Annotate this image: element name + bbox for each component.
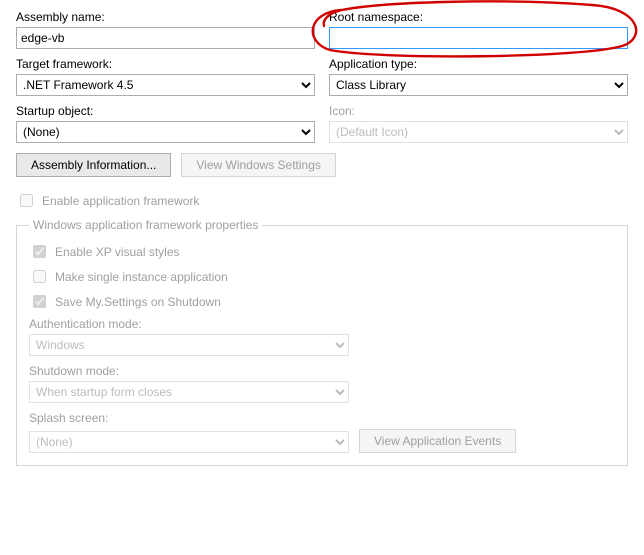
enable-app-framework-checkbox-row: Enable application framework bbox=[16, 191, 628, 210]
save-settings-checkbox bbox=[33, 295, 46, 308]
icon-label: Icon: bbox=[329, 104, 628, 118]
group-legend: Windows application framework properties bbox=[29, 218, 262, 232]
splash-screen-label: Splash screen: bbox=[29, 411, 108, 425]
shutdown-mode-select: When startup form closes bbox=[29, 381, 349, 403]
application-type-select[interactable]: Class Library bbox=[329, 74, 628, 96]
single-instance-label: Make single instance application bbox=[55, 270, 228, 284]
startup-object-label: Startup object: bbox=[16, 104, 315, 118]
startup-object-select[interactable]: (None) bbox=[16, 121, 315, 143]
enable-app-framework-label: Enable application framework bbox=[42, 194, 199, 208]
view-windows-settings-button: View Windows Settings bbox=[181, 153, 336, 177]
root-namespace-input[interactable] bbox=[329, 27, 628, 49]
target-framework-select[interactable]: .NET Framework 4.5 bbox=[16, 74, 315, 96]
icon-select: (Default Icon) bbox=[329, 121, 628, 143]
auth-mode-label: Authentication mode: bbox=[29, 317, 349, 331]
assembly-information-button[interactable]: Assembly Information... bbox=[16, 153, 171, 177]
assembly-name-input[interactable] bbox=[16, 27, 315, 49]
target-framework-label: Target framework: bbox=[16, 57, 315, 71]
shutdown-mode-label: Shutdown mode: bbox=[29, 364, 349, 378]
enable-app-framework-checkbox bbox=[20, 194, 33, 207]
assembly-name-label: Assembly name: bbox=[16, 10, 315, 24]
enable-xp-label: Enable XP visual styles bbox=[55, 245, 180, 259]
windows-app-framework-group: Windows application framework properties… bbox=[16, 218, 628, 466]
splash-screen-select: (None) bbox=[29, 431, 349, 453]
auth-mode-select: Windows bbox=[29, 334, 349, 356]
view-application-events-button: View Application Events bbox=[359, 429, 516, 453]
root-namespace-label: Root namespace: bbox=[329, 10, 628, 24]
application-type-label: Application type: bbox=[329, 57, 628, 71]
enable-xp-checkbox bbox=[33, 245, 46, 258]
single-instance-checkbox bbox=[33, 270, 46, 283]
save-settings-label: Save My.Settings on Shutdown bbox=[55, 295, 221, 309]
